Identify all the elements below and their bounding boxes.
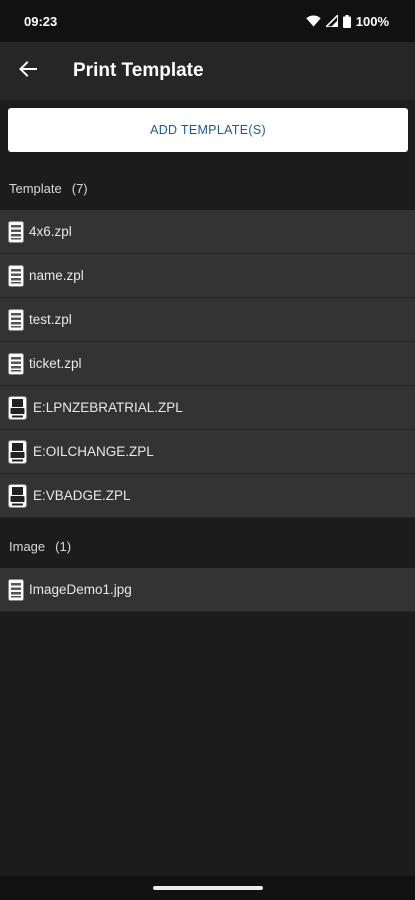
image-section-count: (1) [55,538,72,554]
back-button[interactable] [0,42,56,100]
file-document-icon [8,578,24,601]
image-section-header: Image (1) [0,524,415,568]
signal-icon [325,15,338,27]
arrow-left-icon [19,60,37,82]
file-document-icon [8,264,24,287]
template-section-label: Template [9,180,62,196]
list-item[interactable]: name.zpl [0,254,415,298]
list-item-label: E:LPNZEBRATRIAL.ZPL [33,400,183,415]
file-document-icon [8,352,24,375]
printer-file-icon [8,439,27,464]
list-item[interactable]: E:LPNZEBRATRIAL.ZPL [0,386,415,430]
list-item-label: E:OILCHANGE.ZPL [33,444,154,459]
screen: 09:23 100% Print Template ADD TEMPLATE(S… [0,0,415,900]
status-icons: 100% [306,14,389,29]
list-item[interactable]: E:OILCHANGE.ZPL [0,430,415,474]
printer-file-icon [8,395,27,420]
page-title: Print Template [73,60,204,81]
list-item[interactable]: 4x6.zpl [0,210,415,254]
app-bar: Print Template [0,42,415,100]
image-list: ImageDemo1.jpg [0,568,415,612]
battery-icon [342,14,351,28]
list-item[interactable]: ImageDemo1.jpg [0,568,415,612]
file-document-icon [8,220,24,243]
list-item-label: E:VBADGE.ZPL [33,488,131,503]
template-section-header: Template (7) [0,166,415,210]
image-section-label: Image [9,538,46,554]
list-item[interactable]: test.zpl [0,298,415,342]
list-item-label: test.zpl [29,312,72,327]
status-bar: 09:23 100% [0,0,415,42]
list-item-label: ticket.zpl [29,356,82,371]
wifi-icon [306,15,321,27]
list-item-label: name.zpl [29,268,84,283]
list-item-label: 4x6.zpl [29,224,72,239]
template-list: 4x6.zpl name.zpl test.zpl ticket.zpl E:L… [0,210,415,518]
template-section-count: (7) [71,180,88,196]
home-gesture-handle[interactable] [153,886,263,890]
file-document-icon [8,308,24,331]
list-item[interactable]: E:VBADGE.ZPL [0,474,415,518]
battery-percent: 100% [355,13,389,29]
printer-file-icon [8,483,27,508]
list-item[interactable]: ticket.zpl [0,342,415,386]
list-item-label: ImageDemo1.jpg [29,582,132,597]
add-templates-button[interactable]: ADD TEMPLATE(S) [8,108,408,152]
gesture-bar [0,876,415,900]
status-time: 09:23 [24,13,58,29]
